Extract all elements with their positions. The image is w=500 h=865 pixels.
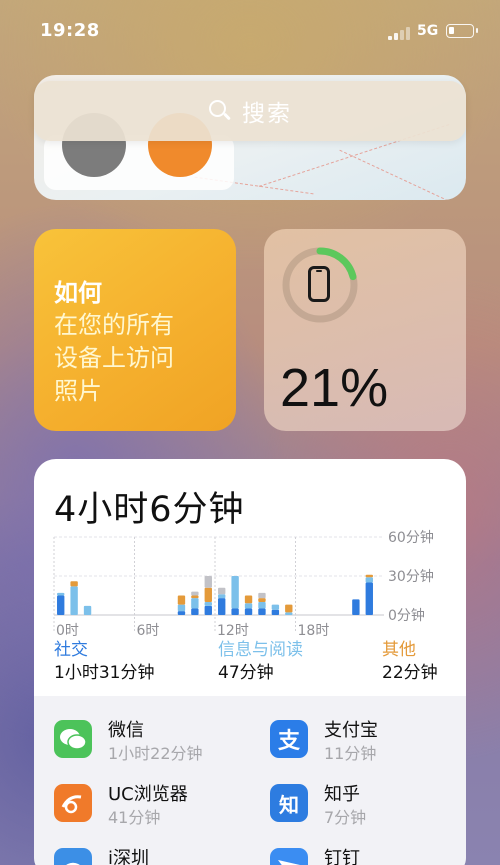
app-item-uc-browser[interactable]: UC浏览器 41分钟 bbox=[54, 784, 254, 844]
app-item-dingtalk[interactable]: 钉钉 bbox=[270, 848, 466, 865]
x-tick-label: 12时 bbox=[217, 623, 249, 639]
status-time: 19:28 bbox=[40, 20, 100, 41]
zhihu-icon: 知 bbox=[270, 784, 308, 822]
app-name: 支付宝 bbox=[324, 720, 378, 741]
chart-bar bbox=[204, 576, 212, 588]
category-time: 47分钟 bbox=[218, 663, 274, 683]
status-bar: 19:28 5G bbox=[0, 0, 500, 60]
app-item-ishenzhen[interactable]: i深圳 bbox=[54, 848, 254, 865]
chart-bar bbox=[57, 592, 65, 596]
screen-time-widget[interactable]: 4小时6分钟 60分钟 30分钟 0分钟 0时 6时 12时 18时 社交 1小时31分钟 … bbox=[34, 459, 466, 865]
chart-bar bbox=[204, 587, 212, 602]
batteries-widget[interactable]: 21% bbox=[264, 229, 466, 431]
chart-bar bbox=[177, 604, 186, 612]
category-social: 社交 1小时31分钟 bbox=[54, 639, 154, 685]
screen-time-chart: 60分钟 30分钟 0分钟 0时 6时 12时 18时 bbox=[53, 529, 434, 639]
chart-bar bbox=[177, 595, 186, 605]
screen-time-total: 4小时6分钟 bbox=[54, 490, 245, 530]
chart-bar bbox=[204, 605, 212, 615]
x-tick-label: 18时 bbox=[298, 623, 330, 639]
chart-bar bbox=[365, 577, 373, 583]
chart-bar bbox=[244, 603, 253, 609]
dingtalk-icon bbox=[270, 848, 308, 865]
category-name: 其他 bbox=[382, 640, 416, 660]
network-type: 5G bbox=[417, 23, 439, 39]
battery-icon bbox=[446, 24, 478, 38]
wechat-icon bbox=[54, 720, 92, 758]
chart-bar bbox=[177, 611, 186, 615]
chart-bar bbox=[191, 595, 199, 599]
chart-bar bbox=[231, 576, 239, 609]
app-time: 41分钟 bbox=[108, 808, 161, 827]
app-name: UC浏览器 bbox=[108, 784, 188, 805]
chart-bar bbox=[285, 604, 293, 613]
chart-bar bbox=[271, 604, 280, 610]
chart-bar bbox=[365, 574, 373, 578]
cellular-signal-icon bbox=[388, 26, 410, 40]
chart-bar bbox=[244, 608, 253, 615]
app-usage-list: 微信 1小时22分钟 支 支付宝 11分钟 UC浏览器 41分钟 知 知乎 7分… bbox=[34, 696, 466, 865]
x-tick-label: 0时 bbox=[56, 623, 79, 639]
app-name: 知乎 bbox=[324, 784, 360, 805]
chart-bar bbox=[258, 602, 266, 609]
map-road bbox=[339, 149, 449, 200]
category-other: 其他 22分钟 bbox=[382, 639, 438, 685]
chart-bar bbox=[191, 591, 199, 596]
app-name: 微信 bbox=[108, 720, 144, 741]
app-name: 钉钉 bbox=[324, 848, 360, 865]
tips-title: 如何 bbox=[54, 279, 102, 307]
chart-bar bbox=[70, 586, 78, 615]
chart-bar bbox=[271, 609, 280, 615]
chart-bar bbox=[57, 595, 65, 615]
category-name: 社交 bbox=[54, 640, 88, 660]
chart-bar bbox=[218, 594, 226, 599]
app-time: 1小时22分钟 bbox=[108, 744, 203, 763]
alipay-icon: 支 bbox=[270, 720, 308, 758]
search-bar[interactable]: 搜索 bbox=[34, 81, 466, 141]
chart-bar bbox=[191, 598, 199, 609]
app-item-zhihu[interactable]: 知 知乎 7分钟 bbox=[270, 784, 466, 844]
chart-bar bbox=[70, 581, 78, 587]
chart-bar bbox=[191, 608, 199, 615]
uc-browser-icon bbox=[54, 784, 92, 822]
battery-fill bbox=[449, 27, 454, 34]
tips-line: 设备上访问 bbox=[54, 344, 174, 372]
y-tick-label: 60分钟 bbox=[388, 529, 434, 546]
chart-bar bbox=[352, 599, 360, 615]
search-label: 搜索 bbox=[242, 101, 292, 127]
app-name: i深圳 bbox=[108, 848, 150, 865]
category-summary: 社交 1小时31分钟 信息与阅读 47分钟 其他 22分钟 bbox=[54, 639, 448, 689]
chart-bar bbox=[218, 587, 226, 595]
iphone-icon bbox=[308, 266, 330, 302]
chart-bar bbox=[218, 598, 226, 615]
chart-bar bbox=[258, 598, 266, 602]
category-reading: 信息与阅读 47分钟 bbox=[218, 639, 303, 685]
chart-bar bbox=[365, 582, 373, 615]
app-item-wechat[interactable]: 微信 1小时22分钟 bbox=[54, 720, 254, 780]
category-name: 信息与阅读 bbox=[218, 640, 303, 660]
app-time: 11分钟 bbox=[324, 744, 377, 763]
tips-widget[interactable]: 如何 在您的所有 设备上访问 照片 bbox=[34, 229, 236, 431]
app-time: 7分钟 bbox=[324, 808, 367, 827]
battery-percent: 21% bbox=[280, 358, 389, 418]
app-item-alipay[interactable]: 支 支付宝 11分钟 bbox=[270, 720, 466, 780]
category-time: 1小时31分钟 bbox=[54, 663, 155, 683]
chart-bar bbox=[83, 605, 92, 615]
x-tick-label: 6时 bbox=[137, 623, 160, 639]
search-icon bbox=[208, 99, 232, 123]
chart-bar bbox=[258, 608, 266, 615]
chart-bar bbox=[204, 602, 212, 606]
chart-bar bbox=[231, 608, 239, 615]
y-tick-label: 0分钟 bbox=[388, 607, 425, 624]
chart-bar bbox=[258, 592, 266, 599]
chart-bar bbox=[285, 612, 293, 615]
tips-line: 照片 bbox=[54, 377, 102, 405]
ishenzhen-icon bbox=[54, 848, 92, 865]
tips-line: 在您的所有 bbox=[54, 311, 174, 339]
chart-bar bbox=[244, 595, 253, 604]
y-tick-label: 30分钟 bbox=[388, 568, 434, 585]
category-time: 22分钟 bbox=[382, 663, 438, 683]
